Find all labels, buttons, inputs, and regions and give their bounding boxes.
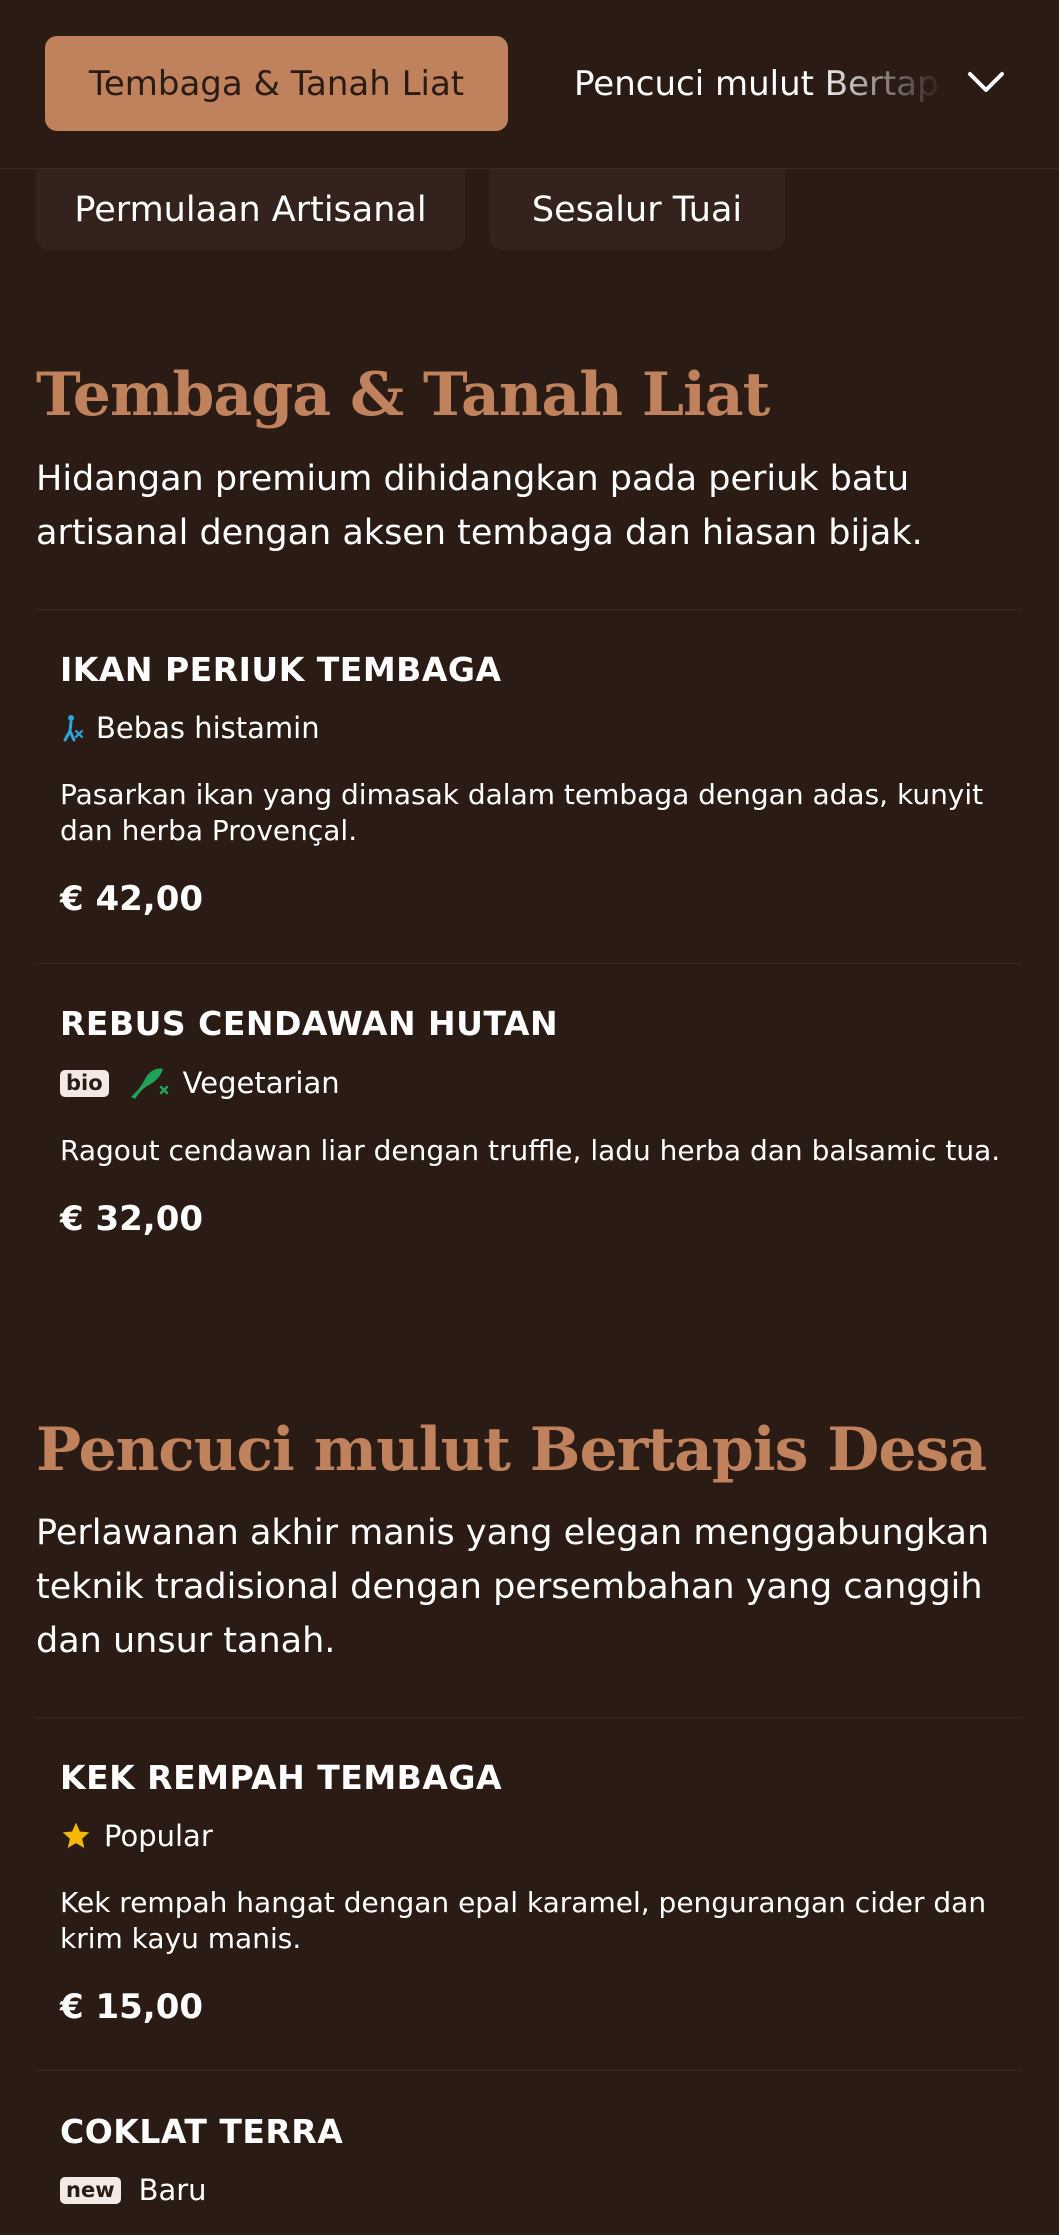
category-nav-bar: Tembaga & Tanah Liat Pencuci mulut Berta… <box>0 0 1059 169</box>
menu-item[interactable]: COKLAT TERRA new Baru <box>60 2112 1000 2207</box>
menu-item-tag: Vegetarian <box>182 1066 340 1100</box>
chevron-down-icon[interactable] <box>962 58 1010 106</box>
menu-item-price: € 32,00 <box>60 1199 204 1239</box>
menu-item-tags: new Baru <box>60 2173 1000 2207</box>
vegetarian-icon <box>127 1065 171 1101</box>
divider <box>36 609 1022 610</box>
histamine-free-icon <box>60 713 84 743</box>
menu-item-description: Ragout cendawan liar dengan truffle, lad… <box>60 1134 1001 1167</box>
section-title: Tembaga & Tanah Liat <box>36 360 770 430</box>
menu-item-tag: Baru <box>138 2173 207 2207</box>
menu-item-name: KEK REMPAH TEMBAGA <box>60 1758 502 1797</box>
menu-item-tags: bio Vegetarian <box>60 1065 1000 1101</box>
menu-item-description: Pasarkan ikan yang dimasak dalam tembaga… <box>60 778 984 847</box>
menu-item[interactable]: IKAN PERIUK TEMBAGA Bebas histamin Pasar… <box>60 650 1000 919</box>
menu-item-tag: Bebas histamin <box>96 711 320 745</box>
section-description: Perlawanan akhir manis yang elegan mengg… <box>36 1513 990 1661</box>
section-title: Pencuci mulut Bertapis Desa <box>36 1415 987 1485</box>
menu-item-price: € 42,00 <box>60 879 204 919</box>
category-tab-next[interactable]: Pencuci mulut Bertapis Desa <box>574 36 944 131</box>
category-tab-active[interactable]: Tembaga & Tanah Liat <box>45 36 508 131</box>
menu-item[interactable]: REBUS CENDAWAN HUTAN bio Vegetarian Rago… <box>60 1004 1000 1239</box>
divider <box>36 963 1022 964</box>
menu-item[interactable]: KEK REMPAH TEMBAGA Popular Kek rempah ha… <box>60 1758 1000 2027</box>
star-icon <box>60 1820 92 1852</box>
divider <box>36 2070 1022 2071</box>
menu-item-name: COKLAT TERRA <box>60 2112 344 2151</box>
menu-item-tag: Popular <box>104 1819 213 1853</box>
section-description: Hidangan premium dihidangkan pada periuk… <box>36 459 923 553</box>
menu-item-name: REBUS CENDAWAN HUTAN <box>60 1004 559 1043</box>
bio-badge: bio <box>60 1069 109 1097</box>
new-badge: new <box>60 2176 121 2204</box>
menu-item-tags: Bebas histamin <box>60 711 1000 745</box>
menu-item-tags: Popular <box>60 1819 1000 1853</box>
menu-item-name: IKAN PERIUK TEMBAGA <box>60 650 502 689</box>
menu-item-price: € 15,00 <box>60 1987 204 2027</box>
divider <box>36 1717 1022 1718</box>
menu-item-description: Kek rempah hangat dengan epal karamel, p… <box>60 1886 987 1955</box>
